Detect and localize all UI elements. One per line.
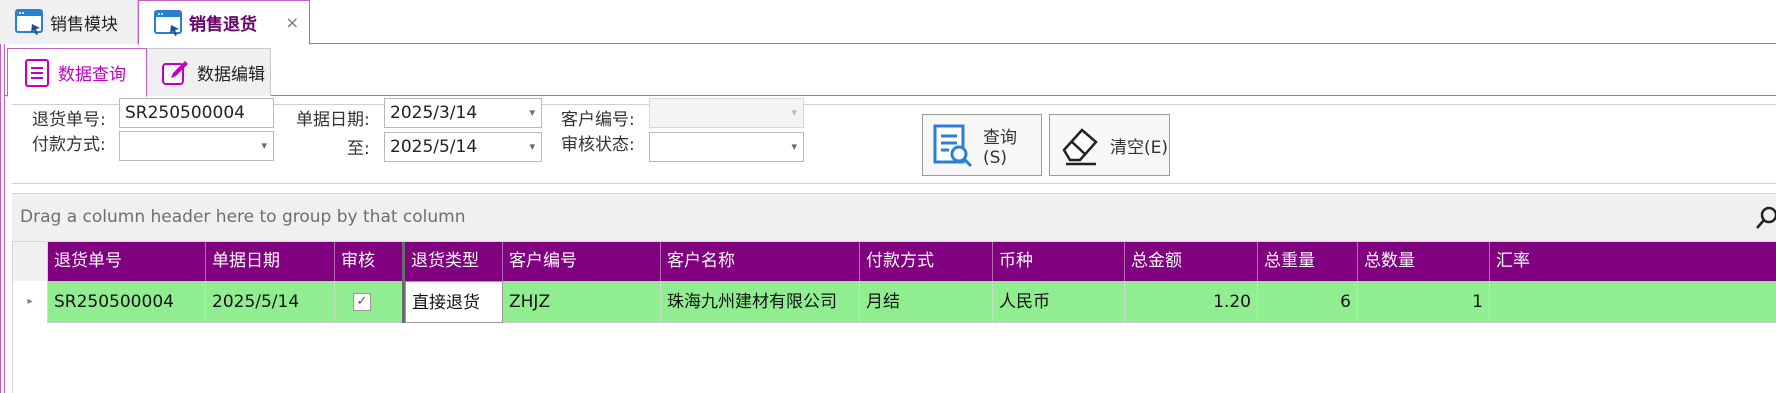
cell-payment[interactable]: 月结 (860, 281, 993, 323)
to-label: 至: (347, 139, 370, 159)
audit-status-label: 审核状态: (561, 135, 635, 155)
audit-status-select[interactable]: ▾ (649, 132, 804, 162)
cell-customer-name[interactable]: 珠海九州建材有限公司 (661, 281, 860, 323)
window-icon (15, 9, 43, 35)
doc-date-from-picker[interactable]: 2025/3/14 ▾ (384, 98, 542, 128)
column-header-rate[interactable]: 汇率 (1490, 242, 1776, 281)
tab-label: 数据编辑 (197, 65, 265, 85)
window-icon (154, 9, 182, 36)
tab-label: 数据查询 (58, 65, 126, 85)
cell-total-amount[interactable]: 1.20 (1125, 281, 1258, 323)
eraser-icon (1062, 128, 1098, 166)
query-button-label: 查询(S) (982, 127, 1017, 168)
cell-total-weight[interactable]: 6 (1258, 281, 1358, 323)
page-tab-strip: 数据查询 数据编辑 (5, 44, 1776, 97)
tab-label: 销售退货 (189, 15, 257, 35)
column-header-return-type[interactable]: 退货类型 (405, 242, 503, 281)
edit-icon (162, 60, 188, 85)
return-no-value: SR250500004 (125, 103, 245, 123)
cell-customer-no[interactable]: ZHJZ (503, 281, 661, 323)
clear-button-label: 清空(E) (1110, 137, 1169, 158)
tab-data-query[interactable]: 数据查询 (7, 48, 147, 97)
data-grid: 退货单号 单据日期 审核 退货类型 客户编号 客户名称 付款方式 币种 总金额 … (12, 242, 1776, 393)
document-tab-strip: 销售模块 销售退货 × (0, 0, 1776, 45)
search-document-icon (933, 124, 973, 168)
document-list-icon (25, 58, 49, 87)
doc-date-to-picker[interactable]: 2025/5/14 ▾ (384, 132, 542, 162)
column-header-total-qty[interactable]: 总数量 (1358, 242, 1490, 281)
tab-sales-return[interactable]: 销售退货 × (138, 0, 310, 45)
payment-label: 付款方式: (32, 135, 106, 155)
doc-date-from-value: 2025/3/14 (390, 103, 478, 123)
chevron-down-icon[interactable]: ▾ (791, 99, 797, 127)
column-header-total-weight[interactable]: 总重量 (1258, 242, 1358, 281)
audited-checkbox[interactable]: ✓ (353, 293, 371, 311)
table-row[interactable]: ▸ SR250500004 2025/5/14 ✓ 直接退货 ZHJZ 珠海九州… (13, 281, 1776, 323)
tab-data-edit[interactable]: 数据编辑 (147, 48, 271, 96)
tab-label: 销售模块 (50, 14, 118, 35)
tab-sales-module[interactable]: 销售模块 (0, 0, 138, 44)
column-header-payment[interactable]: 付款方式 (860, 242, 993, 281)
group-by-panel[interactable]: Drag a column header here to group by th… (12, 193, 1776, 242)
column-header-currency[interactable]: 币种 (993, 242, 1125, 281)
frozen-column-divider (402, 242, 405, 323)
doc-date-to-value: 2025/5/14 (390, 137, 478, 157)
frame-border (0, 44, 5, 393)
column-header-total-amount[interactable]: 总金额 (1125, 242, 1258, 281)
row-indicator-header (13, 242, 48, 281)
column-header-customer-name[interactable]: 客户名称 (661, 242, 860, 281)
cell-doc-date[interactable]: 2025/5/14 (206, 281, 335, 323)
column-header-customer-no[interactable]: 客户编号 (503, 242, 661, 281)
column-header-audited[interactable]: 审核 (335, 242, 403, 281)
chevron-down-icon[interactable]: ▾ (529, 99, 535, 127)
column-header-return-no[interactable]: 退货单号 (48, 242, 206, 281)
clear-button[interactable]: 清空(E) (1049, 114, 1170, 176)
group-by-hint: Drag a column header here to group by th… (20, 207, 466, 227)
return-no-input[interactable]: SR250500004 (119, 98, 274, 128)
cell-return-type[interactable]: 直接退货 (405, 281, 503, 323)
grid-header-row: 退货单号 单据日期 审核 退货类型 客户编号 客户名称 付款方式 币种 总金额 … (13, 242, 1776, 281)
cell-audited[interactable]: ✓ (335, 281, 403, 323)
cell-return-no[interactable]: SR250500004 (48, 281, 206, 323)
close-icon[interactable]: × (286, 13, 299, 32)
payment-select[interactable]: ▾ (119, 131, 274, 161)
query-button[interactable]: 查询(S) (922, 114, 1042, 176)
cell-rate[interactable] (1490, 281, 1776, 323)
chevron-down-icon[interactable]: ▾ (791, 133, 797, 161)
cell-currency[interactable]: 人民币 (993, 281, 1125, 323)
cell-total-qty[interactable]: 1 (1358, 281, 1490, 323)
search-icon[interactable] (1754, 204, 1776, 232)
chevron-down-icon[interactable]: ▾ (261, 132, 267, 160)
customer-no-select[interactable]: ▾ (649, 98, 804, 128)
row-indicator-icon[interactable]: ▸ (13, 281, 48, 323)
filter-panel: 退货单号: SR250500004 单据日期: 2025/3/14 ▾ 客户编号… (12, 98, 1776, 184)
doc-date-label: 单据日期: (296, 110, 370, 130)
column-header-doc-date[interactable]: 单据日期 (206, 242, 335, 281)
chevron-down-icon[interactable]: ▾ (529, 133, 535, 161)
